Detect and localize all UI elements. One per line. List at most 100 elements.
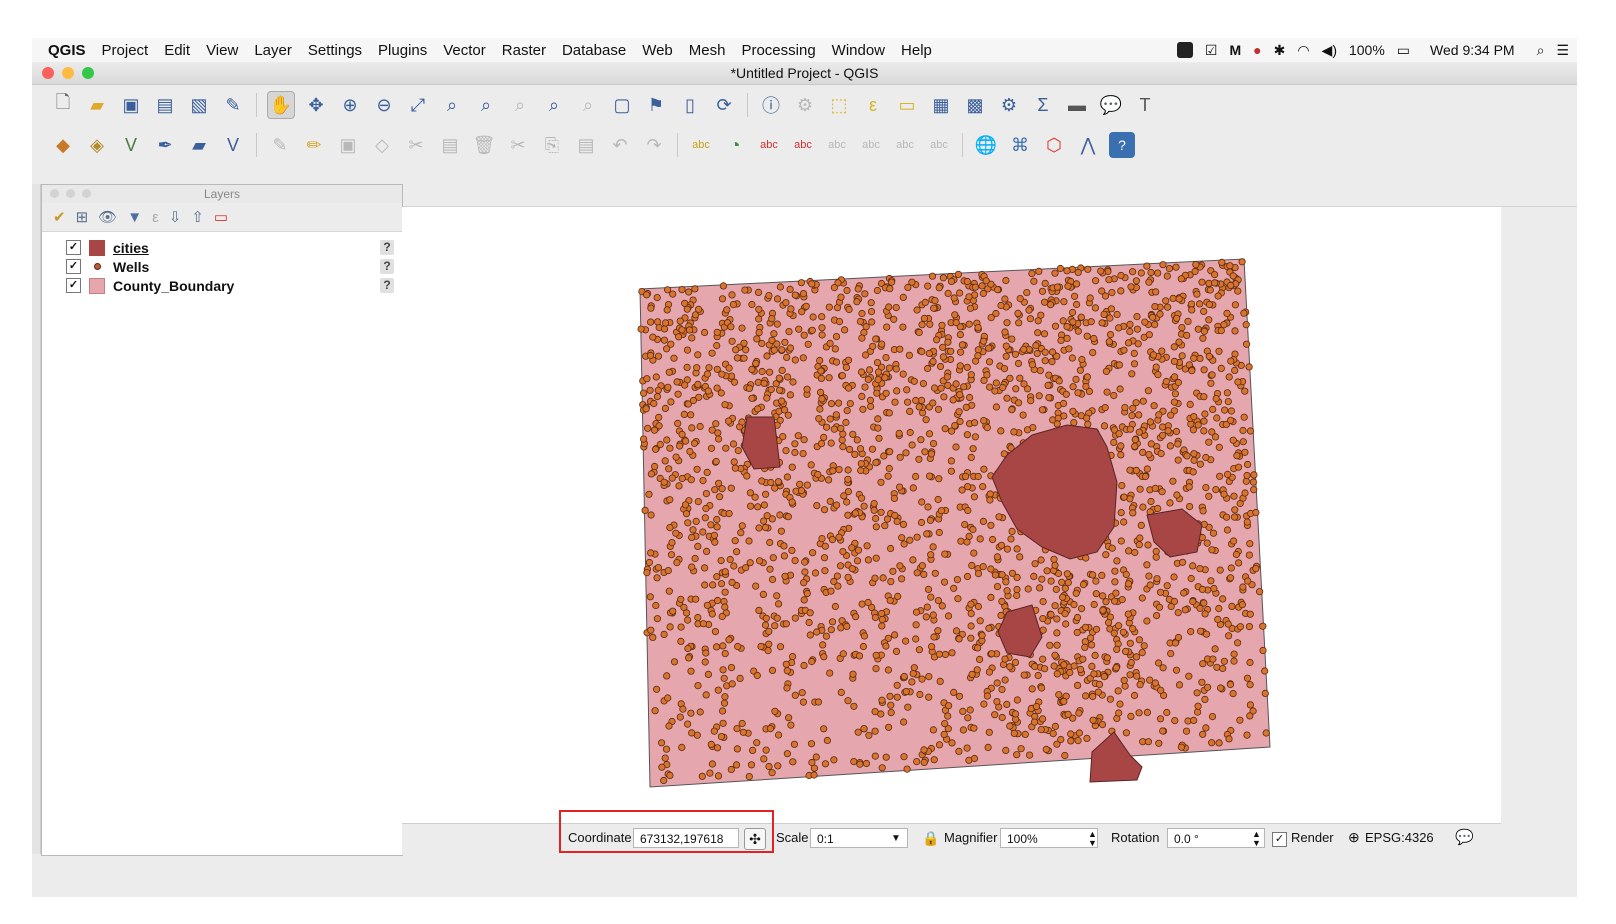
battery-percent[interactable]: 100%: [1349, 42, 1385, 58]
open-layer-styling-icon[interactable]: ✔: [53, 208, 66, 226]
save-layer-edits-icon[interactable]: ▣: [335, 132, 361, 158]
bluetooth-icon[interactable]: ✱: [1274, 42, 1286, 59]
text-annotation-icon[interactable]: T: [1132, 92, 1158, 118]
close-window-button[interactable]: [42, 67, 54, 79]
menu-layer[interactable]: Layer: [254, 42, 292, 59]
toggle-editing-icon[interactable]: ✏: [301, 132, 327, 158]
processing-toolbox-icon[interactable]: ⚙: [996, 92, 1022, 118]
identify-features-icon[interactable]: ⓘ: [758, 92, 784, 118]
add-spatialite-layer-icon[interactable]: ▰: [186, 132, 212, 158]
redo-icon[interactable]: ↷: [641, 132, 667, 158]
crs-button[interactable]: EPSG:4326: [1365, 830, 1434, 845]
spin-arrows-icon[interactable]: ▲ ▼: [1252, 830, 1261, 848]
menu-database[interactable]: Database: [562, 42, 626, 59]
messages-icon[interactable]: 💬: [1455, 828, 1474, 846]
remove-layer-icon[interactable]: ▭: [214, 208, 228, 226]
change-label-icon[interactable]: abc: [926, 132, 952, 158]
select-features-icon[interactable]: ⬚: [826, 92, 852, 118]
help-contents-icon[interactable]: ?: [1109, 132, 1135, 158]
volume-icon[interactable]: ◀): [1322, 42, 1337, 59]
layer-item-wells[interactable]: ✓ Wells ?: [42, 257, 402, 276]
layer-item-cities[interactable]: ✓ cities ?: [42, 238, 402, 257]
zoom-in-icon[interactable]: ⊕: [337, 92, 363, 118]
menu-project[interactable]: Project: [102, 42, 149, 59]
refresh-icon[interactable]: ⟳: [711, 92, 737, 118]
panel-close-icon[interactable]: [50, 189, 59, 198]
menu-web[interactable]: Web: [642, 42, 673, 59]
layer-visibility-checkbox[interactable]: ✓: [66, 259, 81, 274]
spotlight-search-icon[interactable]: ⌕: [1537, 42, 1545, 59]
layer-visibility-checkbox[interactable]: ✓: [66, 278, 81, 293]
menu-raster[interactable]: Raster: [502, 42, 546, 59]
collapse-all-icon[interactable]: ⇧: [191, 208, 204, 226]
statistical-summary-icon[interactable]: Σ: [1030, 92, 1056, 118]
layer-item-county-boundary[interactable]: ✓ County_Boundary ?: [42, 276, 402, 295]
deselect-features-icon[interactable]: ▭: [894, 92, 920, 118]
record-icon[interactable]: ●: [1253, 42, 1261, 58]
pin-unpin-labels-icon[interactable]: abc: [790, 132, 816, 158]
cut-features-icon[interactable]: ✂: [505, 132, 531, 158]
panel-extra-icon[interactable]: [82, 189, 91, 198]
layout-manager-icon[interactable]: ▧: [186, 92, 212, 118]
geometry-checker-icon[interactable]: ⬡: [1041, 132, 1067, 158]
zoom-to-selection-icon[interactable]: ⌕: [439, 92, 465, 118]
menu-view[interactable]: View: [206, 42, 238, 59]
rotation-spinbox[interactable]: 0.0 °: [1167, 828, 1265, 848]
menu-window[interactable]: Window: [832, 42, 885, 59]
lock-scale-icon[interactable]: 🔒: [922, 830, 939, 847]
menu-settings[interactable]: Settings: [308, 42, 362, 59]
menu-help[interactable]: Help: [901, 42, 932, 59]
menu-vector[interactable]: Vector: [443, 42, 486, 59]
new-map-view-icon[interactable]: ▢: [609, 92, 635, 118]
pan-to-selection-icon[interactable]: ✥: [303, 92, 329, 118]
map-rendering[interactable]: [402, 207, 1501, 823]
help-icon[interactable]: ?: [380, 278, 394, 293]
zoom-window-button[interactable]: [82, 67, 94, 79]
new-project-icon[interactable]: 🗋: [50, 92, 76, 118]
notification-center-icon[interactable]: ☰: [1556, 42, 1569, 59]
panel-float-icon[interactable]: [66, 189, 75, 198]
zoom-app-icon[interactable]: [1176, 42, 1193, 58]
save-project-icon[interactable]: ▣: [118, 92, 144, 118]
field-calculator-icon[interactable]: ▩: [962, 92, 988, 118]
move-label-icon[interactable]: abc: [858, 132, 884, 158]
expand-all-icon[interactable]: ⇩: [169, 208, 182, 226]
open-project-icon[interactable]: ▰: [84, 92, 110, 118]
topology-checker-icon[interactable]: ⋀: [1075, 132, 1101, 158]
new-bookmark-icon[interactable]: ⚑: [643, 92, 669, 118]
zoom-to-layer-icon[interactable]: ⌕: [473, 92, 499, 118]
zoom-full-icon[interactable]: ⤢: [405, 92, 431, 118]
map-canvas[interactable]: [402, 207, 1501, 823]
filter-by-expression-icon[interactable]: ε: [152, 209, 159, 226]
run-action-icon[interactable]: ⚙: [792, 92, 818, 118]
menu-processing[interactable]: Processing: [741, 42, 815, 59]
app-menu-qgis[interactable]: QGIS: [48, 42, 86, 59]
add-virtual-layer-icon[interactable]: V: [220, 132, 246, 158]
layer-diagram-icon[interactable]: ◔: [722, 132, 748, 158]
zoom-last-icon[interactable]: ⌕: [541, 92, 567, 118]
add-delimited-text-icon[interactable]: ✒: [152, 132, 178, 158]
layer-visibility-checkbox[interactable]: ✓: [66, 240, 81, 255]
attribute-table-icon[interactable]: ▦: [928, 92, 954, 118]
highlight-pinned-labels-icon[interactable]: abc: [756, 132, 782, 158]
paste-features-icon[interactable]: ▤: [573, 132, 599, 158]
minimize-window-button[interactable]: [62, 67, 74, 79]
add-vector-layer-icon[interactable]: V: [118, 132, 144, 158]
spin-arrows-icon[interactable]: ▲ ▼: [1088, 830, 1097, 848]
style-manager-icon[interactable]: ✎: [220, 92, 246, 118]
menu-mesh[interactable]: Mesh: [689, 42, 726, 59]
crs-globe-icon[interactable]: ⊕: [1348, 829, 1360, 846]
current-edits-icon[interactable]: ✎: [267, 132, 293, 158]
magnifier-spinbox[interactable]: 100%: [1000, 828, 1098, 848]
new-geopackage-layer-icon[interactable]: ◈: [84, 132, 110, 158]
wifi-icon[interactable]: ◠: [1297, 42, 1309, 59]
data-source-manager-icon[interactable]: ◆: [50, 132, 76, 158]
chevron-down-icon[interactable]: ▼: [891, 833, 901, 844]
filter-legend-icon[interactable]: ▼: [127, 209, 142, 226]
zoom-out-icon[interactable]: ⊖: [371, 92, 397, 118]
undo-icon[interactable]: ↶: [607, 132, 633, 158]
rotate-label-icon[interactable]: abc: [892, 132, 918, 158]
help-icon[interactable]: ?: [380, 259, 394, 274]
checkmark-status-icon[interactable]: ☑: [1205, 42, 1218, 59]
help-icon[interactable]: ?: [380, 240, 394, 255]
